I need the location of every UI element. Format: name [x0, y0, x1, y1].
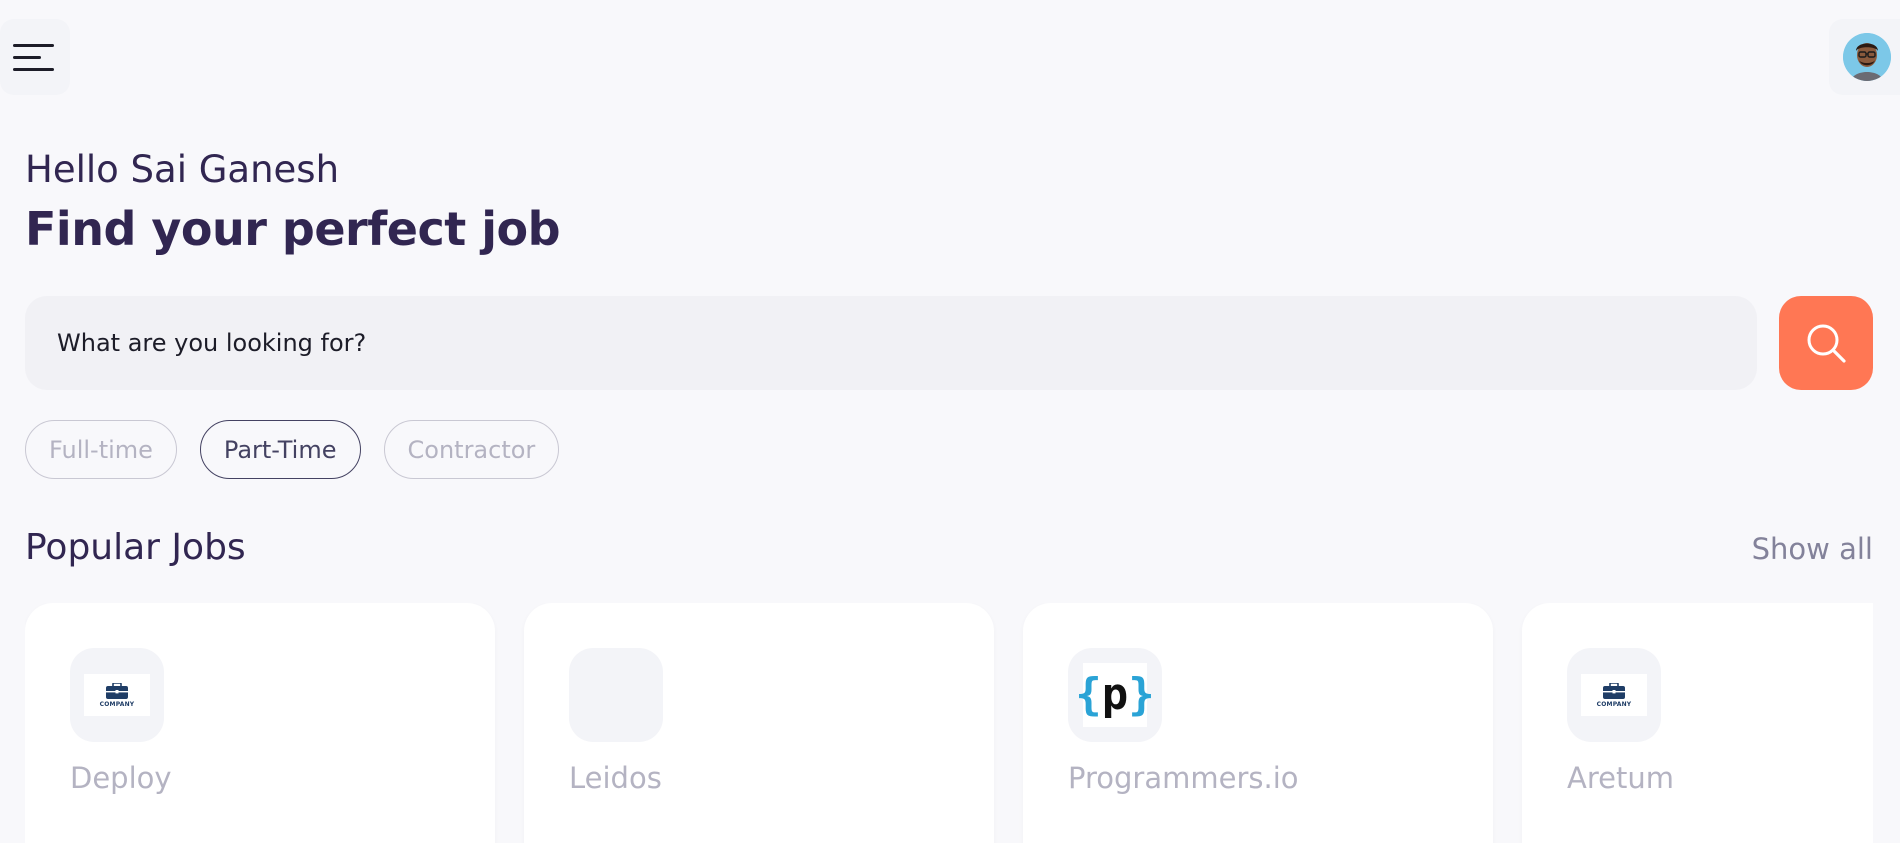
- show-all-link[interactable]: Show all: [1752, 532, 1873, 566]
- job-card[interactable]: {p} Programmers.io: [1023, 603, 1493, 843]
- greeting-text: Hello Sai Ganesh: [25, 148, 340, 191]
- company-logo-text: COMPANY: [99, 700, 135, 708]
- search-container: [25, 296, 1757, 390]
- company-logo: COMPANY: [84, 674, 150, 716]
- menu-icon-line: [13, 55, 41, 59]
- company-logo-container: [569, 648, 663, 742]
- search-input[interactable]: [55, 328, 1757, 358]
- menu-icon-line: [13, 67, 54, 71]
- menu-button[interactable]: [0, 19, 70, 95]
- page-headline: Find your perfect job: [25, 202, 561, 256]
- tab-contractor[interactable]: Contractor: [383, 420, 560, 479]
- tab-full-time[interactable]: Full-time: [25, 420, 177, 479]
- search-button[interactable]: [1779, 296, 1873, 390]
- company-logo-container: COMPANY: [70, 648, 164, 742]
- tab-part-time[interactable]: Part-Time: [199, 420, 361, 479]
- menu-icon-line: [13, 43, 54, 47]
- company-name: Programmers.io: [1068, 761, 1299, 795]
- section-title: Popular Jobs: [25, 527, 246, 568]
- company-logo-container: COMPANY: [1567, 648, 1661, 742]
- search-icon: [1807, 324, 1846, 363]
- company-name: Leidos: [569, 761, 662, 795]
- job-type-tabs: Full-time Part-Time Contractor: [25, 420, 560, 479]
- avatar: [1843, 33, 1891, 81]
- avatar-icon: [1843, 33, 1891, 81]
- job-card[interactable]: Leidos: [524, 603, 994, 843]
- briefcase-icon: [1603, 682, 1625, 699]
- job-card[interactable]: COMPANY Aretum: [1522, 603, 1873, 843]
- profile-button[interactable]: [1829, 19, 1900, 95]
- company-logo-container: {p}: [1068, 648, 1162, 742]
- company-logo: COMPANY: [1581, 674, 1647, 716]
- company-name: Deploy: [70, 761, 172, 795]
- popular-jobs-list: COMPANY Deploy Leidos {p} Programmers.io: [25, 603, 1873, 843]
- job-card[interactable]: COMPANY Deploy: [25, 603, 495, 843]
- briefcase-icon: [106, 682, 128, 699]
- company-logo-text: COMPANY: [1596, 700, 1632, 708]
- programmers-io-logo: {p}: [1075, 663, 1155, 727]
- app-screen: Hello Sai Ganesh Find your perfect job F…: [0, 0, 1900, 843]
- company-name: Aretum: [1567, 761, 1674, 795]
